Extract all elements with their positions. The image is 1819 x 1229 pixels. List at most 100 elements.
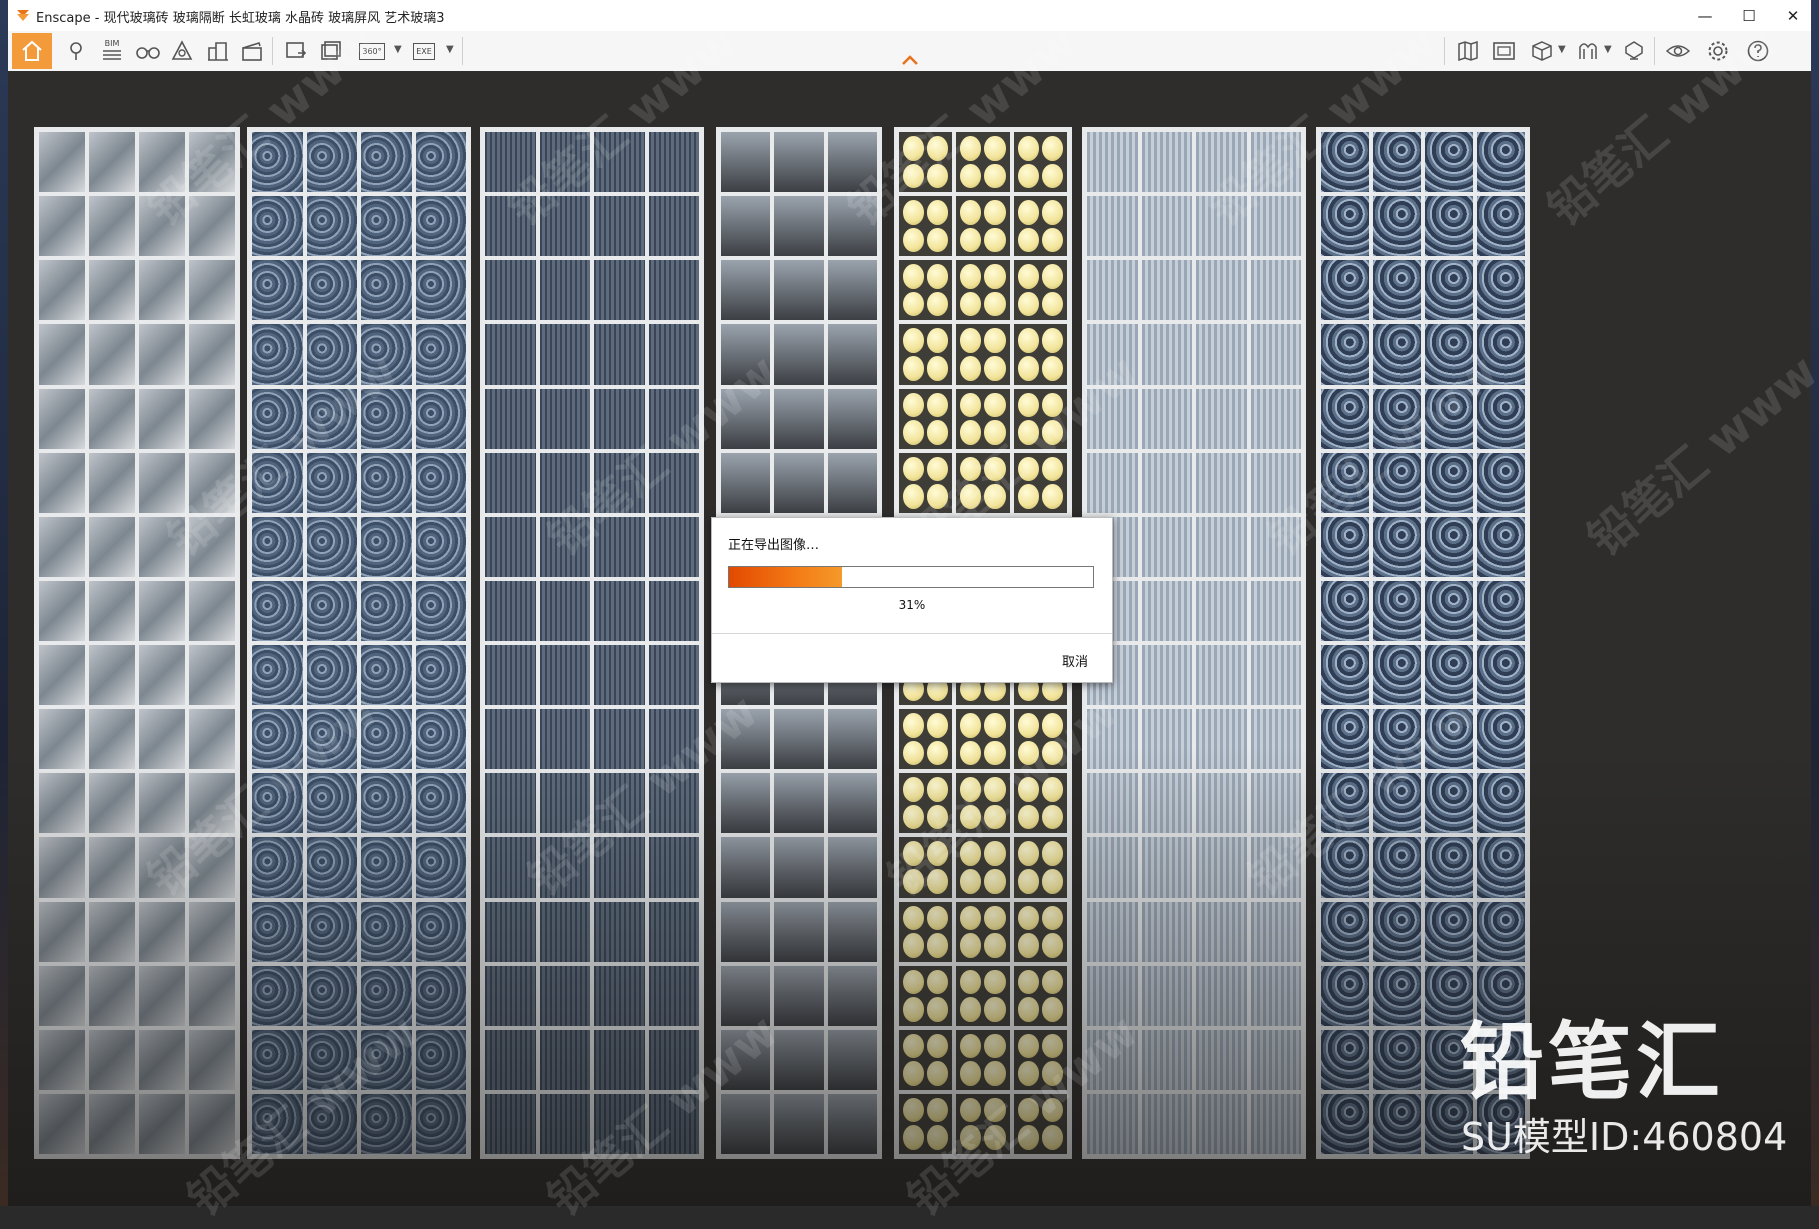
glass-tile (137, 963, 187, 1028)
glass-tile (1139, 771, 1194, 836)
close-button[interactable]: ✕ (1771, 0, 1815, 31)
screenshot-export-button[interactable] (282, 37, 310, 65)
glass-tile (1248, 194, 1303, 259)
cube-button[interactable] (1528, 37, 1556, 65)
glass-tile (359, 707, 414, 772)
glass-tile (1423, 194, 1475, 259)
glass-tile (87, 130, 137, 195)
glass-tile (187, 578, 237, 643)
glass-tile (250, 450, 305, 515)
glass-tile (1371, 1027, 1423, 1092)
glass-tile (483, 514, 538, 579)
glass-tile (1139, 643, 1194, 708)
light-view-button[interactable] (168, 37, 196, 65)
glass-tile (359, 322, 414, 387)
glass-tile (825, 1091, 879, 1156)
glass-tile (1011, 899, 1069, 964)
glass-tile (537, 194, 592, 259)
desktop-left-edge (0, 0, 8, 1206)
batch-export-button[interactable] (318, 37, 346, 65)
map-button[interactable] (1454, 37, 1482, 65)
glass-tile (483, 578, 538, 643)
glass-tile (537, 386, 592, 451)
glass-tile (87, 578, 137, 643)
glass-tile (413, 835, 468, 900)
glass-tile (250, 1027, 305, 1092)
progress-bar (728, 566, 1094, 588)
asset-library-button[interactable] (1574, 37, 1602, 65)
glass-tile (304, 707, 359, 772)
glass-tile (1194, 514, 1249, 579)
glass-tile (1371, 899, 1423, 964)
glass-tile (1085, 258, 1140, 323)
glass-tile (1248, 1027, 1303, 1092)
glass-tile (87, 707, 137, 772)
glass-tile (359, 1027, 414, 1092)
visual-settings-button[interactable] (1664, 37, 1692, 65)
glass-tile (772, 130, 826, 195)
exe-dropdown-icon[interactable]: ▼ (446, 44, 454, 55)
glass-tile (1371, 835, 1423, 900)
glass-tile (1319, 386, 1371, 451)
glass-tile (1194, 450, 1249, 515)
glass-tile (1475, 835, 1527, 900)
panorama-export-button[interactable]: 360° (354, 37, 390, 65)
settings-button[interactable] (1704, 37, 1732, 65)
panorama-dropdown-icon[interactable]: ▼ (394, 44, 402, 55)
glass-tile (483, 258, 538, 323)
glass-tile (37, 450, 87, 515)
glass-tile (37, 578, 87, 643)
toolbar-separator (272, 37, 273, 65)
location-pin-button[interactable] (62, 37, 90, 65)
glass-tile (1371, 578, 1423, 643)
glass-tile (137, 835, 187, 900)
toolbar-separator (462, 37, 463, 65)
glass-tile (1248, 771, 1303, 836)
glass-tile (954, 322, 1012, 387)
maximize-button[interactable]: ☐ (1727, 0, 1771, 31)
glass-tile (187, 322, 237, 387)
capture-button[interactable] (1490, 37, 1518, 65)
glass-tile (825, 1027, 879, 1092)
glass-tile (592, 707, 647, 772)
glass-tile (537, 771, 592, 836)
cube-dropdown-icon[interactable]: ▼ (1558, 44, 1566, 55)
glass-tile (304, 258, 359, 323)
glass-tile (646, 386, 701, 451)
cancel-button[interactable]: 取消 (1056, 649, 1094, 672)
glass-tile (1319, 835, 1371, 900)
glass-tile (537, 707, 592, 772)
binoculars-button[interactable] (134, 37, 162, 65)
glass-tile (483, 386, 538, 451)
bim-label: BIM (104, 39, 120, 48)
glass-tile (897, 194, 955, 259)
watermark-brand: 铅笔汇 (1460, 1013, 1725, 1111)
exe-export-button[interactable]: EXE (406, 37, 442, 65)
asset-dropdown-icon[interactable]: ▼ (1604, 44, 1612, 55)
glass-tile (37, 194, 87, 259)
help-button[interactable] (1744, 37, 1772, 65)
location-pin-icon (70, 42, 82, 60)
collapse-toolbar-icon[interactable] (900, 54, 920, 66)
bim-button[interactable]: BIM (98, 37, 126, 65)
glass-tile (592, 835, 647, 900)
minimize-button[interactable]: — (1683, 0, 1727, 31)
glass-tile (954, 1027, 1012, 1092)
material-button[interactable] (1620, 37, 1648, 65)
glass-tile (1423, 130, 1475, 195)
buildings-button[interactable] (204, 37, 232, 65)
glass-tile (1139, 258, 1194, 323)
glass-tile (137, 322, 187, 387)
binoculars-icon (136, 47, 160, 59)
home-button[interactable] (12, 33, 52, 69)
glass-tile (413, 514, 468, 579)
video-editor-button[interactable] (238, 37, 266, 65)
glass-tile (1371, 1091, 1423, 1156)
window-title: Enscape - 现代玻璃砖 玻璃隔断 长虹玻璃 水晶砖 玻璃屏风 艺术玻璃3 (36, 7, 445, 26)
glass-tile (537, 963, 592, 1028)
glass-tile (87, 258, 137, 323)
dialog-divider (712, 633, 1112, 634)
glass-tile (87, 899, 137, 964)
glass-tile (250, 963, 305, 1028)
glass-tile (719, 1027, 773, 1092)
